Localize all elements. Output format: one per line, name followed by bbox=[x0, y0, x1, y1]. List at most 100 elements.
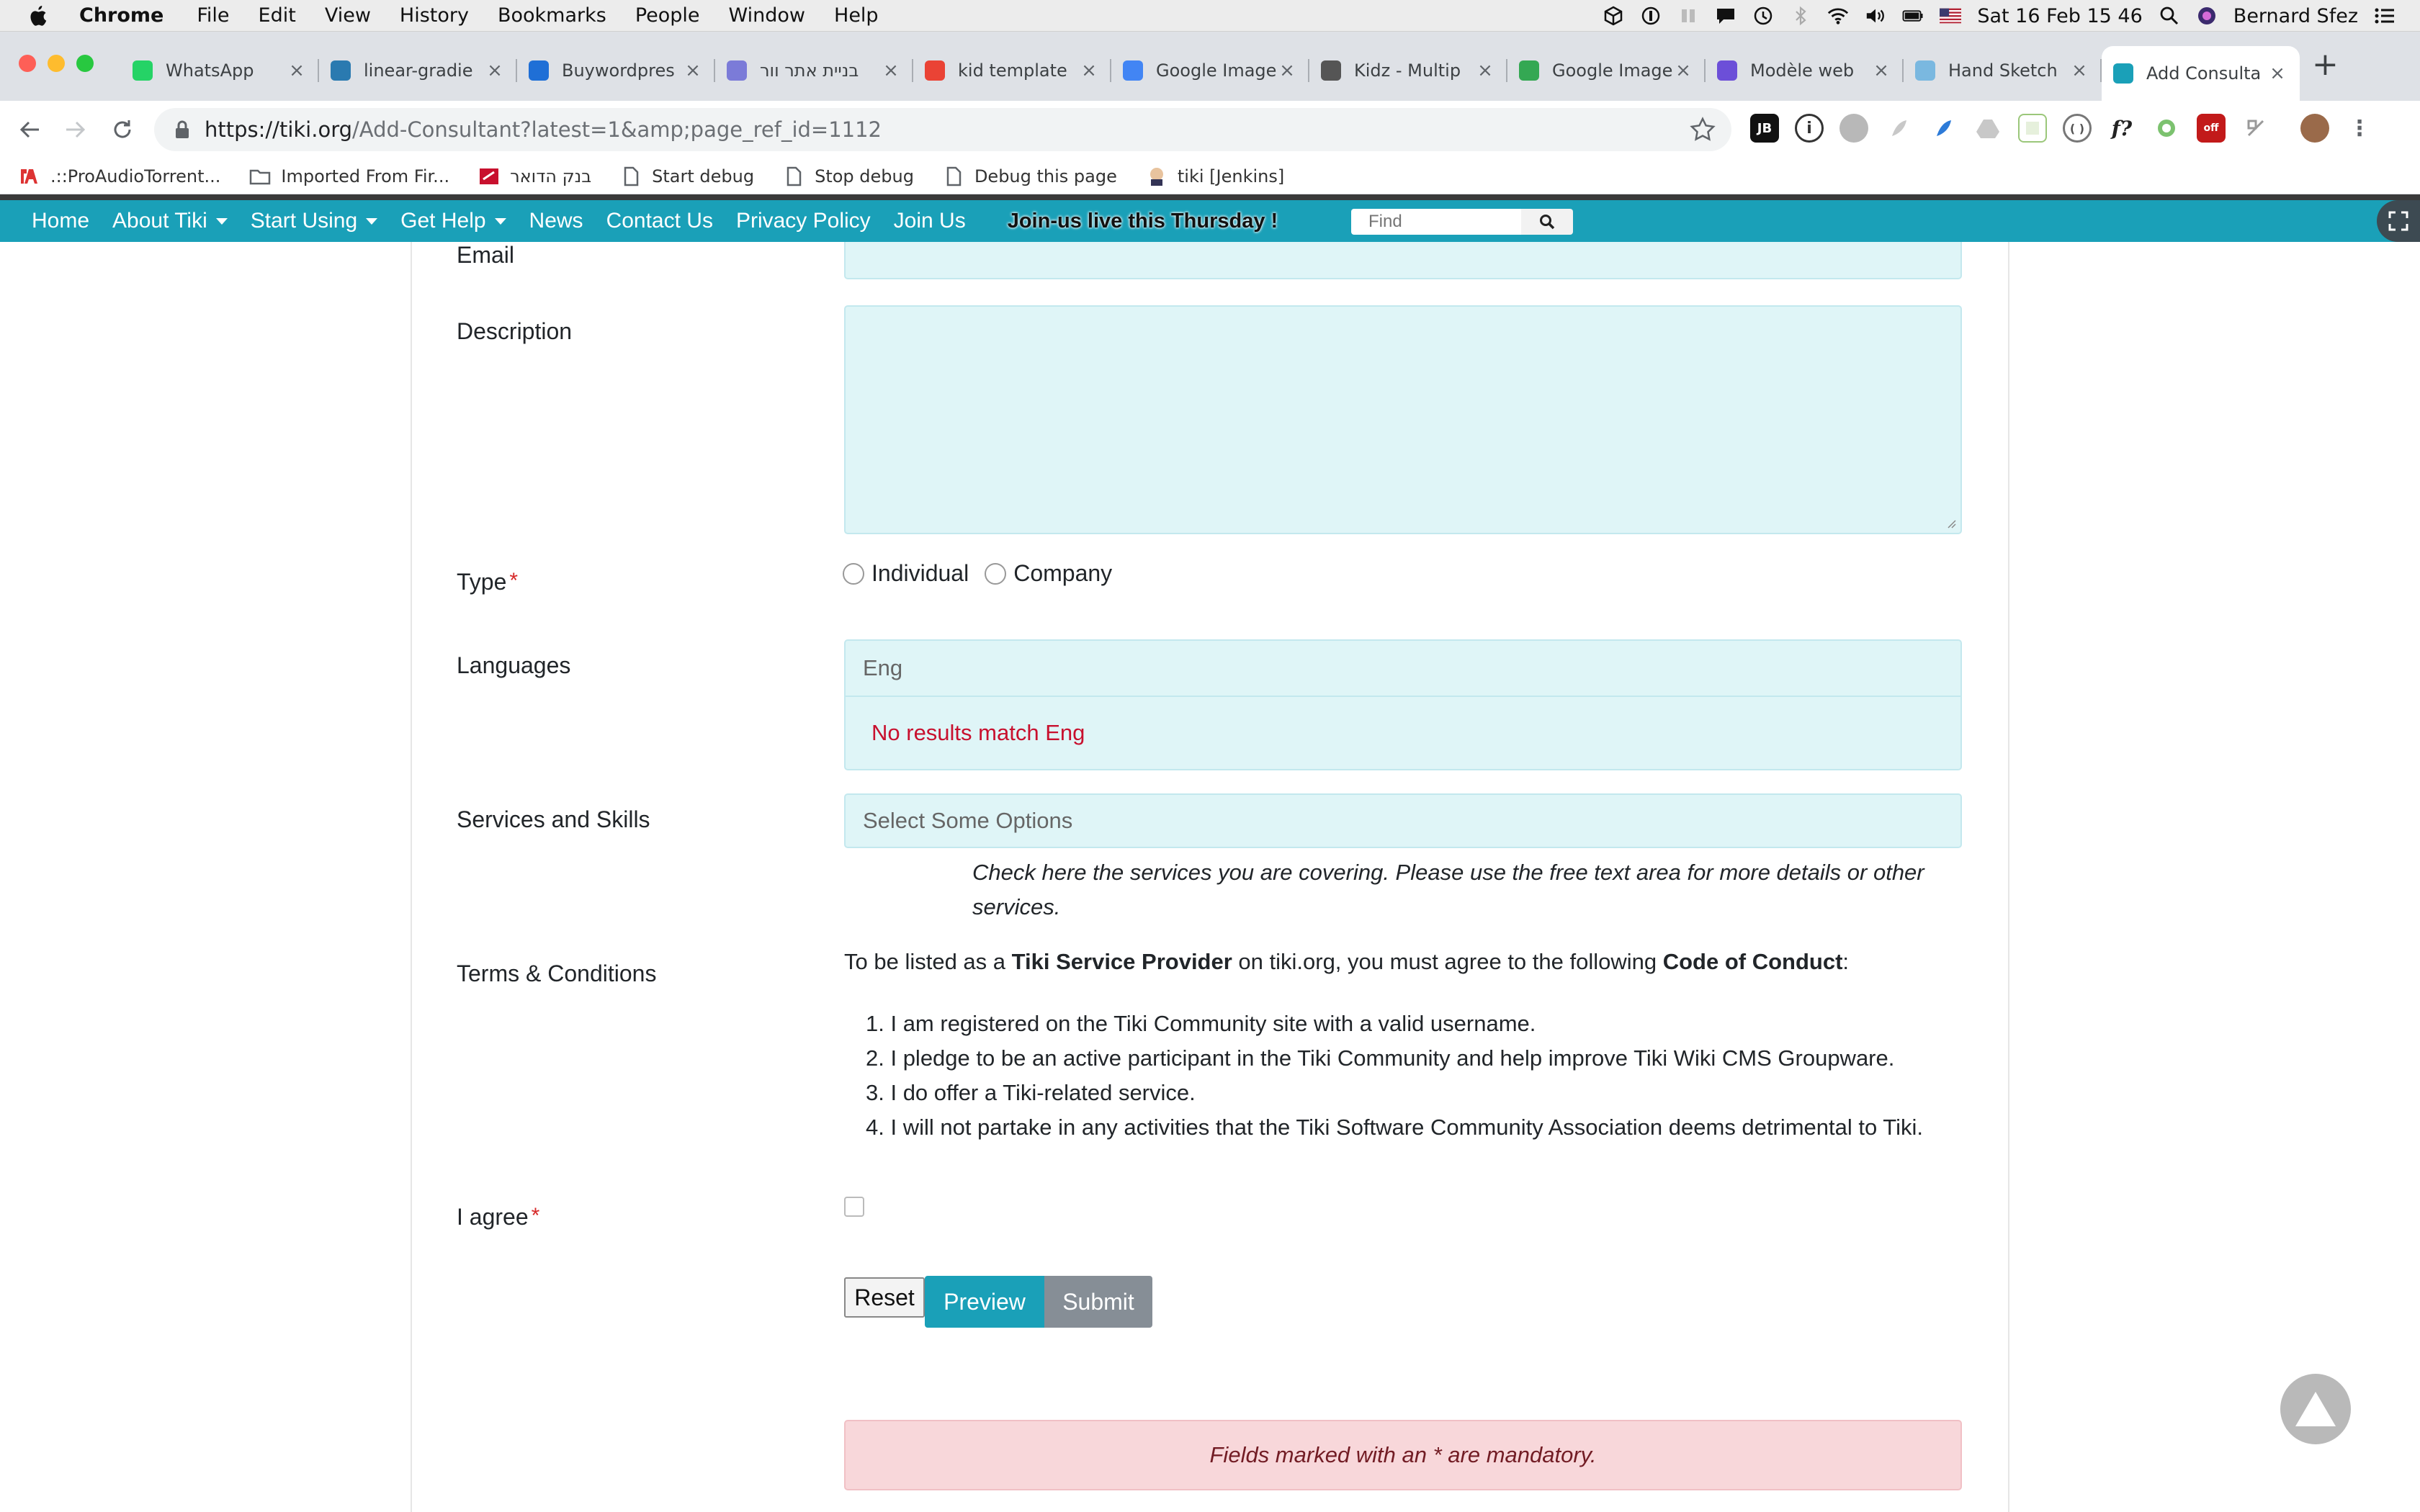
reset-button[interactable]: Reset bbox=[844, 1277, 925, 1318]
browser-tab[interactable]: Google Image × bbox=[1111, 46, 1309, 95]
time-machine-icon[interactable] bbox=[1752, 5, 1774, 27]
close-tab-icon[interactable]: × bbox=[1278, 60, 1296, 81]
spotlight-search-icon[interactable] bbox=[2159, 5, 2180, 27]
fullscreen-toggle[interactable] bbox=[2377, 200, 2420, 242]
search-input[interactable] bbox=[1351, 209, 1521, 235]
nav-privacy-policy[interactable]: Privacy Policy bbox=[736, 209, 871, 233]
browser-tab[interactable]: Modèle web × bbox=[1706, 46, 1904, 95]
nav-news[interactable]: News bbox=[529, 209, 583, 233]
blue-feather-extension-icon[interactable] bbox=[1929, 114, 1958, 143]
mac-app-name[interactable]: Chrome bbox=[79, 4, 163, 27]
nav-start-using[interactable]: Start Using bbox=[251, 209, 378, 233]
agree-checkbox[interactable] bbox=[844, 1197, 864, 1217]
close-tab-icon[interactable]: × bbox=[1080, 60, 1098, 81]
profile-avatar[interactable] bbox=[2300, 114, 2329, 143]
description-textarea[interactable] bbox=[844, 305, 1962, 534]
email-field[interactable] bbox=[844, 242, 1962, 279]
mac-menu-history[interactable]: History bbox=[400, 4, 469, 27]
password-extension-icon[interactable]: i bbox=[1795, 114, 1824, 143]
gear-extension-icon[interactable] bbox=[2241, 114, 2270, 143]
mac-menu-bookmarks[interactable]: Bookmarks bbox=[498, 4, 606, 27]
preview-button[interactable]: Preview bbox=[925, 1276, 1044, 1328]
close-tab-icon[interactable]: × bbox=[485, 60, 504, 81]
bluetooth-icon[interactable] bbox=[1790, 5, 1811, 27]
bookmark-stop-debug[interactable]: Stop debug bbox=[783, 166, 914, 186]
type-option-individual[interactable]: Individual bbox=[843, 560, 969, 587]
siri-icon[interactable] bbox=[2196, 5, 2218, 27]
zoom-window-button[interactable] bbox=[76, 55, 94, 72]
mac-menu-edit[interactable]: Edit bbox=[259, 4, 296, 27]
drive-extension-icon[interactable] bbox=[1973, 114, 2002, 143]
password-manager-icon[interactable] bbox=[1640, 5, 1662, 27]
code-extension-icon[interactable]: ( ) bbox=[2063, 114, 2092, 143]
nav-get-help[interactable]: Get Help bbox=[400, 209, 506, 233]
wifi-icon[interactable] bbox=[1827, 5, 1849, 27]
close-tab-icon[interactable]: × bbox=[1674, 60, 1693, 81]
volume-icon[interactable] bbox=[1865, 5, 1886, 27]
pdf-off-extension-icon[interactable]: off bbox=[2197, 114, 2226, 143]
apple-icon[interactable] bbox=[26, 4, 48, 28]
browser-tab[interactable]: linear-gradie × bbox=[319, 46, 517, 95]
browser-tab[interactable]: WhatsApp × bbox=[121, 46, 319, 95]
resize-grip-icon[interactable] bbox=[1945, 517, 1956, 528]
nav-join-us[interactable]: Join Us bbox=[894, 209, 966, 233]
nav-promo-link[interactable]: Join-us live this Thursday ! bbox=[1008, 210, 1278, 233]
browser-tab[interactable]: Google Image × bbox=[1507, 46, 1706, 95]
back-button[interactable] bbox=[14, 114, 46, 145]
bookmark-tiki-jenkins[interactable]: tiki [Jenkins] bbox=[1146, 166, 1284, 186]
mac-menu-window[interactable]: Window bbox=[729, 4, 805, 27]
cube-status-icon[interactable] bbox=[1603, 5, 1624, 27]
fx-extension-icon[interactable]: f? bbox=[2107, 114, 2136, 143]
bookmark-proaudiotorrent[interactable]: .::ProAudioTorrent... bbox=[19, 166, 220, 186]
battery-icon[interactable] bbox=[1902, 5, 1924, 27]
sheet-extension-icon[interactable] bbox=[2018, 114, 2047, 143]
chrome-menu-icon[interactable]: ⋮ bbox=[2345, 114, 2374, 143]
radio-company[interactable] bbox=[985, 562, 1007, 585]
submit-button[interactable]: Submit bbox=[1044, 1276, 1152, 1328]
bookmark-postal-bank[interactable]: בנק הדואר bbox=[478, 166, 591, 186]
type-option-company[interactable]: Company bbox=[985, 560, 1112, 587]
nav-contact-us[interactable]: Contact Us bbox=[606, 209, 713, 233]
bookmark-debug-this-page[interactable]: Debug this page bbox=[943, 166, 1117, 186]
us-flag-icon[interactable] bbox=[1940, 5, 1962, 27]
nav-about-tiki[interactable]: About Tiki bbox=[112, 209, 228, 233]
bookmark-imported-from-firefox[interactable]: Imported From Fir... bbox=[249, 166, 449, 186]
browser-tab[interactable]: Buywordpres × bbox=[517, 46, 715, 95]
grey-circle-extension-icon[interactable] bbox=[1839, 114, 1868, 143]
forward-button[interactable] bbox=[59, 114, 91, 145]
control-list-icon[interactable] bbox=[2374, 5, 2396, 27]
close-tab-icon[interactable]: × bbox=[1476, 60, 1494, 81]
mac-clock[interactable]: Sat 16 Feb 15 46 bbox=[1977, 5, 2142, 27]
browser-tab[interactable]: Hand Sketch × bbox=[1904, 46, 2102, 95]
browser-tab[interactable]: Kidz - Multip × bbox=[1309, 46, 1507, 95]
search-button[interactable] bbox=[1521, 209, 1573, 235]
nav-home[interactable]: Home bbox=[32, 209, 89, 233]
columns-status-icon[interactable] bbox=[1677, 5, 1699, 27]
services-select[interactable]: Select Some Options bbox=[844, 793, 1962, 848]
close-tab-icon[interactable]: × bbox=[684, 60, 702, 81]
feather-extension-icon[interactable] bbox=[1884, 114, 1913, 143]
reload-button[interactable] bbox=[107, 114, 138, 145]
close-tab-icon[interactable]: × bbox=[882, 60, 900, 81]
close-tab-icon[interactable]: × bbox=[1872, 60, 1891, 81]
radio-individual[interactable] bbox=[843, 562, 864, 585]
mac-user-name[interactable]: Bernard Sfez bbox=[2233, 5, 2358, 27]
mac-menu-people[interactable]: People bbox=[635, 4, 700, 27]
address-bar[interactable]: https://tiki.org/Add-Consultant?latest=1… bbox=[154, 108, 1731, 151]
mac-menu-view[interactable]: View bbox=[325, 4, 371, 27]
close-window-button[interactable] bbox=[19, 55, 36, 72]
browser-tab[interactable]: בניית אתר וור × bbox=[715, 46, 913, 95]
languages-search-input[interactable]: Eng bbox=[846, 641, 1960, 697]
jetbrains-extension-icon[interactable]: JB bbox=[1750, 114, 1779, 143]
notifications-icon[interactable] bbox=[1715, 5, 1736, 27]
android-extension-icon[interactable] bbox=[2152, 114, 2181, 143]
bookmark-star-icon[interactable] bbox=[1690, 117, 1716, 143]
mac-menu-help[interactable]: Help bbox=[834, 4, 879, 27]
close-tab-icon[interactable]: × bbox=[287, 60, 306, 81]
close-tab-icon[interactable]: × bbox=[2268, 63, 2287, 84]
close-tab-icon[interactable]: × bbox=[2070, 60, 2089, 81]
bookmark-start-debug[interactable]: Start debug bbox=[620, 166, 754, 186]
new-tab-button[interactable]: + bbox=[2312, 49, 2339, 81]
minimize-window-button[interactable] bbox=[48, 55, 65, 72]
browser-tab[interactable]: Add Consulta × bbox=[2102, 46, 2300, 101]
